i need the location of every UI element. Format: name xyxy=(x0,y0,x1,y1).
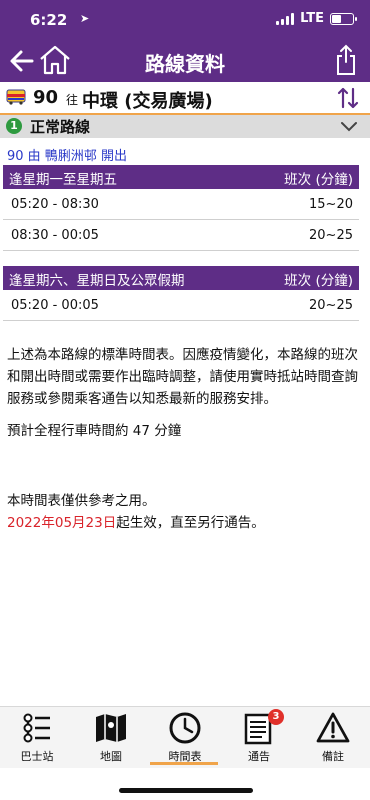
tab-label: 通告 xyxy=(248,750,270,763)
bus-icon xyxy=(6,89,26,105)
timetable-period: 逢星期六、星期日及公眾假期 xyxy=(9,273,185,289)
time-range: 08:30 - 00:05 xyxy=(11,228,99,243)
reference-note: 本時間表僅供參考之用。 xyxy=(7,493,156,509)
departure-note: 90 由 鴨脷洲邨 開出 xyxy=(7,149,127,164)
table-row: 05:20 - 00:05 20~25 xyxy=(3,290,359,321)
status-indicators: LTE xyxy=(276,11,357,26)
timetable-period: 逢星期一至星期五 xyxy=(9,172,117,188)
map-icon xyxy=(96,714,126,742)
status-time: 6:22 xyxy=(30,11,68,29)
tab-bar: 巴士站 地圖 時間表 3 通告 備註 xyxy=(0,706,370,768)
route-direction-label: 往 xyxy=(66,93,79,107)
journey-time-note: 預計全程行車時間約 47 分鐘 xyxy=(7,423,182,439)
table-row: 05:20 - 08:30 15~20 xyxy=(3,189,359,220)
time-range: 05:20 - 08:30 xyxy=(11,197,99,212)
carrier-label: LTE xyxy=(300,11,324,26)
timetable-header-holiday: 逢星期六、星期日及公眾假期 班次 (分鐘) xyxy=(3,266,359,290)
tab-label: 備註 xyxy=(322,750,344,763)
frequency-value: 20~25 xyxy=(309,298,353,313)
time-range: 05:20 - 00:05 xyxy=(11,298,99,313)
tab-label: 巴士站 xyxy=(20,750,54,763)
route-header: 90 往 中環 (交易廣場) xyxy=(0,83,370,113)
route-variant-selector[interactable]: 1 正常路線 xyxy=(0,113,370,138)
home-indicator xyxy=(119,788,253,793)
tab-map[interactable]: 地圖 xyxy=(74,707,148,769)
tab-notices[interactable]: 3 通告 xyxy=(222,707,296,769)
tab-timetable[interactable]: 時間表 xyxy=(148,707,222,769)
status-bar: 6:22 ➤ LTE xyxy=(0,0,370,40)
timetable-header-weekday: 逢星期一至星期五 班次 (分鐘) xyxy=(3,165,359,189)
swap-direction-icon[interactable] xyxy=(336,86,360,110)
chevron-down-icon[interactable] xyxy=(340,119,358,133)
notice-count-badge: 3 xyxy=(268,709,284,725)
signal-strength-icon xyxy=(276,12,295,25)
tab-label: 地圖 xyxy=(100,750,122,763)
location-arrow-icon: ➤ xyxy=(80,12,90,25)
effective-date-suffix: 起生效，直至另行通告。 xyxy=(116,515,265,531)
frequency-value: 20~25 xyxy=(309,228,353,243)
frequency-column-header: 班次 (分鐘) xyxy=(284,172,353,188)
frequency-value: 15~20 xyxy=(309,197,353,212)
bus-stop-list-icon xyxy=(23,713,50,743)
nav-bar: 路線資料 xyxy=(0,40,370,82)
tab-remarks[interactable]: 備註 xyxy=(296,707,370,769)
page-title: 路線資料 xyxy=(145,52,225,76)
tab-bus-stops[interactable]: 巴士站 xyxy=(0,707,74,769)
share-icon[interactable] xyxy=(334,43,358,77)
variant-label: 正常路線 xyxy=(30,118,91,136)
clock-icon xyxy=(169,712,201,744)
table-row: 08:30 - 00:05 20~25 xyxy=(3,220,359,251)
variant-number-badge: 1 xyxy=(6,118,22,134)
warning-icon xyxy=(316,712,350,743)
battery-icon xyxy=(330,12,357,25)
route-number: 90 xyxy=(33,87,59,108)
active-tab-indicator xyxy=(150,762,218,765)
route-destination: 中環 (交易廣場) xyxy=(82,91,213,112)
effective-date-note: 2022年05月23日起生效，直至另行通告。 xyxy=(7,512,363,534)
frequency-column-header: 班次 (分鐘) xyxy=(284,273,353,289)
effective-date: 2022年05月23日 xyxy=(7,515,117,531)
timetable-disclaimer: 上述為本路線的標準時間表。因應疫情變化，本路線的班次和開出時間或需要作出臨時調整… xyxy=(7,347,358,407)
